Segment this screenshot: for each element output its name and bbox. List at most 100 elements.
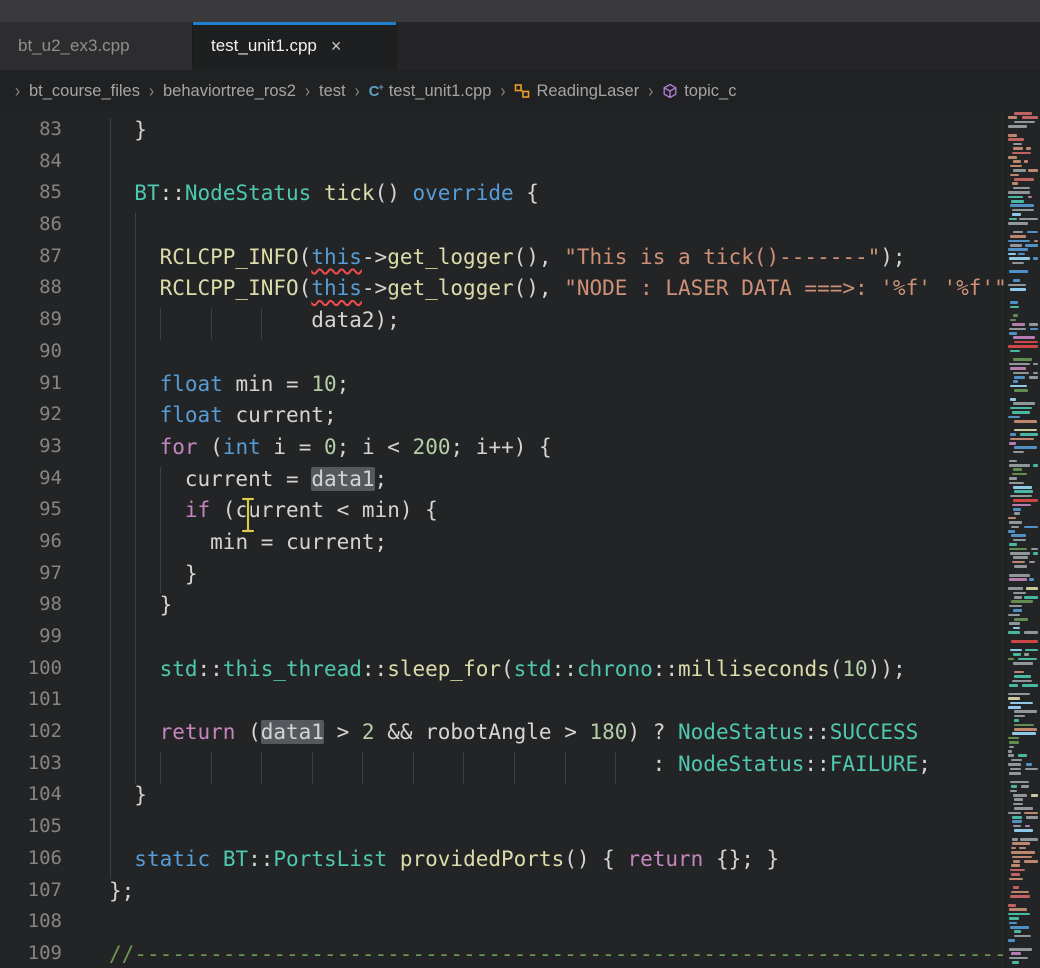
code-line-107[interactable]: 107}; xyxy=(0,879,1006,911)
code-line-85[interactable]: 85 BT::NodeStatus tick() override { xyxy=(0,181,1006,213)
code-line-97[interactable]: 97 } xyxy=(0,562,1006,594)
line-number[interactable]: 108 xyxy=(0,910,62,942)
line-number[interactable]: 83 xyxy=(0,118,62,150)
line-number[interactable]: 92 xyxy=(0,403,62,435)
minimap-row xyxy=(1009,741,1019,744)
breadcrumb-item-ReadingLaser[interactable]: ›ReadingLaser xyxy=(491,82,639,101)
line-number[interactable]: 89 xyxy=(0,308,62,340)
minimap-row xyxy=(1010,367,1026,370)
minimap-row xyxy=(1008,754,1014,757)
minimap-row xyxy=(1014,565,1027,568)
code-line-87[interactable]: 87 RCLCPP_INFO(this->get_logger(), "This… xyxy=(0,245,1006,277)
minimap-row xyxy=(1008,614,1020,617)
code-lines[interactable]: 83 }8485 BT::NodeStatus tick() override … xyxy=(0,118,1006,968)
line-number[interactable]: 109 xyxy=(0,942,62,968)
line-number[interactable]: 104 xyxy=(0,783,62,815)
line-number[interactable]: 107 xyxy=(0,879,62,911)
breadcrumb-item-topic_c[interactable]: ›topic_c xyxy=(639,82,736,101)
minimap-row xyxy=(1008,125,1027,128)
code-line-100[interactable]: 100 std::this_thread::sleep_for(std::chr… xyxy=(0,657,1006,689)
code-line-108[interactable]: 108 xyxy=(0,910,1006,942)
line-number[interactable]: 106 xyxy=(0,847,62,879)
minimap-row xyxy=(1013,825,1021,828)
tab-bt_u2_ex3_cpp[interactable]: bt_u2_ex3.cpp xyxy=(0,22,193,70)
minimap-row xyxy=(1013,160,1021,163)
line-number[interactable]: 86 xyxy=(0,213,62,245)
code-line-91[interactable]: 91 float min = 10; xyxy=(0,372,1006,404)
code-text: return (data1 > 2 && robotAngle > 180) ?… xyxy=(109,720,918,752)
chevron-right-icon: › xyxy=(346,80,369,101)
code-line-103[interactable]: 103 : NodeStatus::FAILURE; xyxy=(0,752,1006,784)
line-number[interactable]: 100 xyxy=(0,657,62,689)
minimap-row xyxy=(1010,319,1016,322)
line-number[interactable]: 96 xyxy=(0,530,62,562)
code-line-95[interactable]: 95 if (current < min) { xyxy=(0,498,1006,530)
minimap-row xyxy=(1014,596,1022,599)
code-line-96[interactable]: 96 min = current; xyxy=(0,530,1006,562)
minimap-row xyxy=(1027,231,1038,234)
minimap-row xyxy=(1009,548,1027,551)
code-line-105[interactable]: 105 xyxy=(0,815,1006,847)
minimap-row xyxy=(1024,860,1038,863)
minimap-row xyxy=(1025,244,1038,247)
minimap[interactable] xyxy=(1005,112,1040,968)
minimap-row xyxy=(1024,812,1038,815)
minimap-row xyxy=(1011,891,1029,894)
line-number[interactable]: 95 xyxy=(0,498,62,530)
code-line-98[interactable]: 98 } xyxy=(0,593,1006,625)
code-line-92[interactable]: 92 float current; xyxy=(0,403,1006,435)
editor-tab-bar: bt_u2_ex3.cpptest_unit1.cpp× xyxy=(0,22,1040,70)
code-line-102[interactable]: 102 return (data1 > 2 && robotAngle > 18… xyxy=(0,720,1006,752)
code-line-93[interactable]: 93 for (int i = 0; i < 200; i++) { xyxy=(0,435,1006,467)
code-line-94[interactable]: 94 current = data1; xyxy=(0,467,1006,499)
breadcrumb-item-bt_course_files[interactable]: ›bt_course_files xyxy=(6,82,140,101)
breadcrumb-label: bt_course_files xyxy=(29,82,140,101)
breadcrumb-item-behaviortree_ros2[interactable]: ›behaviortree_ros2 xyxy=(140,82,296,101)
code-editor[interactable]: 83 }8485 BT::NodeStatus tick() override … xyxy=(0,112,1040,968)
minimap-row xyxy=(1013,372,1029,375)
breadcrumb-item-test_unit1_cpp[interactable]: ›C+test_unit1.cpp xyxy=(346,82,492,101)
code-line-84[interactable]: 84 xyxy=(0,150,1006,182)
breadcrumb-label: test xyxy=(319,82,346,101)
minimap-row xyxy=(1011,785,1017,788)
line-number[interactable]: 93 xyxy=(0,435,62,467)
minimap-row xyxy=(1028,169,1038,172)
code-line-101[interactable]: 101 xyxy=(0,688,1006,720)
minimap-row xyxy=(1009,464,1030,467)
minimap-row xyxy=(1029,578,1034,581)
minimap-row xyxy=(1034,240,1038,243)
line-number[interactable]: 88 xyxy=(0,276,62,308)
line-number[interactable]: 103 xyxy=(0,752,62,784)
minimap-row xyxy=(1008,240,1030,243)
tab-close-icon[interactable]: × xyxy=(331,37,342,55)
breadcrumb-item-test[interactable]: ›test xyxy=(296,82,346,101)
code-line-90[interactable]: 90 xyxy=(0,340,1006,372)
line-number[interactable]: 101 xyxy=(0,688,62,720)
code-line-109[interactable]: 109//-----------------------------------… xyxy=(0,942,1006,968)
minimap-row xyxy=(1010,385,1027,388)
code-line-86[interactable]: 86 xyxy=(0,213,1006,245)
tab-test_unit1_cpp[interactable]: test_unit1.cpp× xyxy=(193,22,397,70)
line-number[interactable]: 102 xyxy=(0,720,62,752)
code-line-83[interactable]: 83 } xyxy=(0,118,1006,150)
code-line-104[interactable]: 104 } xyxy=(0,783,1006,815)
line-number[interactable]: 105 xyxy=(0,815,62,847)
code-line-99[interactable]: 99 xyxy=(0,625,1006,657)
line-number[interactable]: 90 xyxy=(0,340,62,372)
line-number[interactable]: 91 xyxy=(0,372,62,404)
line-number[interactable]: 84 xyxy=(0,150,62,182)
line-number[interactable]: 87 xyxy=(0,245,62,277)
minimap-row xyxy=(1014,178,1034,181)
minimap-row xyxy=(1013,499,1038,502)
line-number[interactable]: 98 xyxy=(0,593,62,625)
line-number[interactable]: 85 xyxy=(0,181,62,213)
code-line-88[interactable]: 88 RCLCPP_INFO(this->get_logger(), "NODE… xyxy=(0,276,1006,308)
minimap-row xyxy=(1014,930,1021,933)
line-number[interactable]: 97 xyxy=(0,562,62,594)
code-line-106[interactable]: 106 static BT::PortsList providedPorts()… xyxy=(0,847,1006,879)
minimap-row xyxy=(1013,187,1030,190)
code-line-89[interactable]: 89 data2); xyxy=(0,308,1006,340)
minimap-row xyxy=(1011,759,1022,762)
line-number[interactable]: 94 xyxy=(0,467,62,499)
line-number[interactable]: 99 xyxy=(0,625,62,657)
